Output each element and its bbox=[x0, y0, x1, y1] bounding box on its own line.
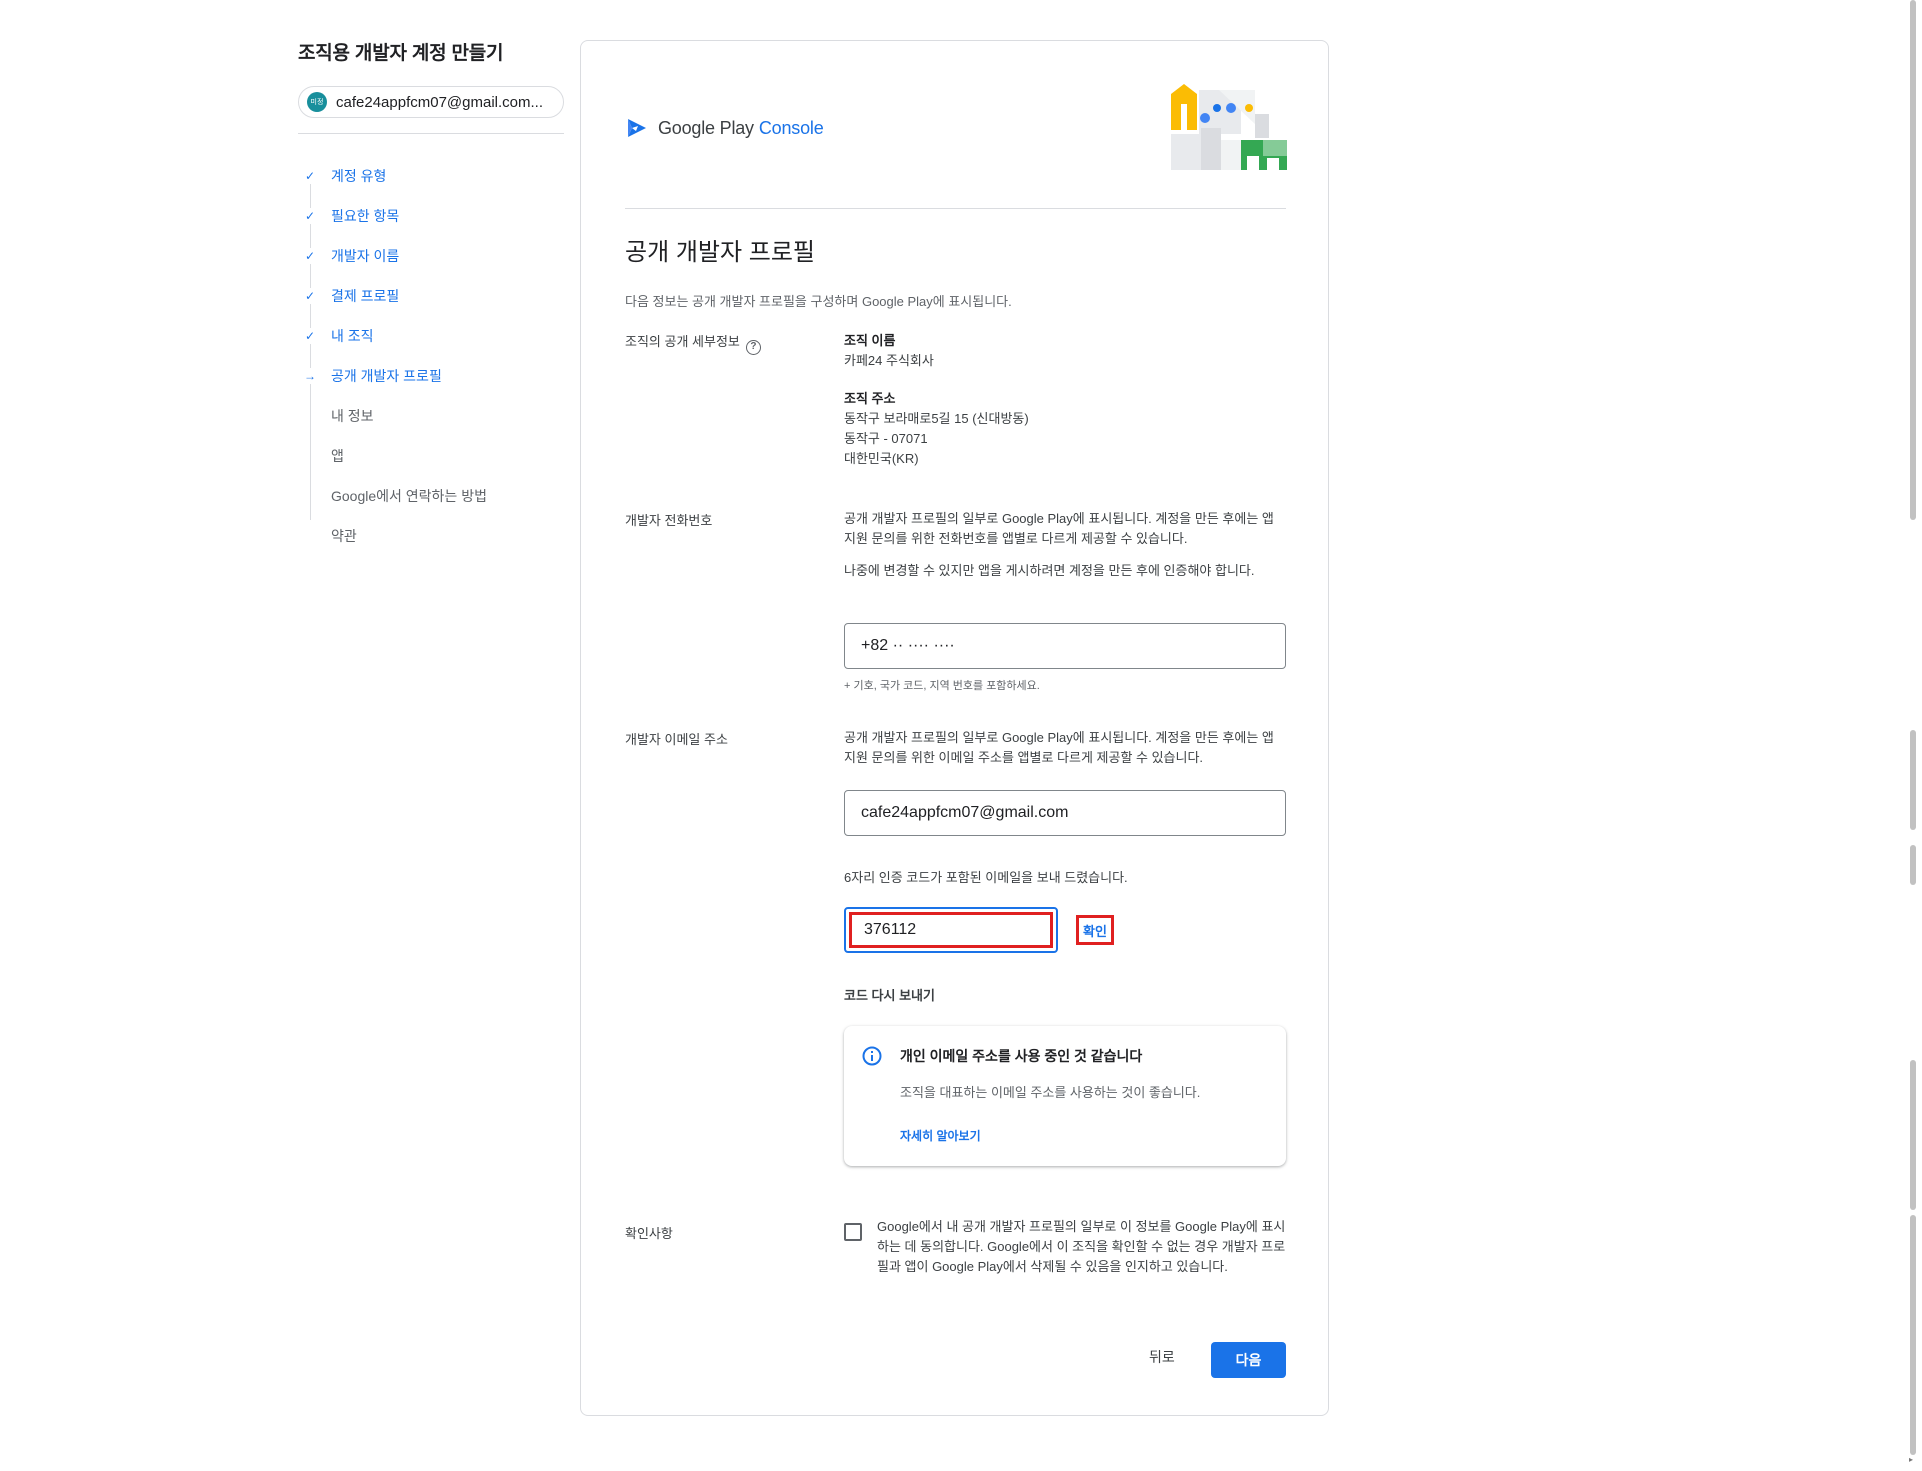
scrollbar-segment bbox=[1910, 730, 1916, 830]
page-scrollbar[interactable]: ▸ bbox=[1906, 0, 1922, 1471]
phone-description: 공개 개발자 프로필의 일부로 Google Play에 표시됩니다. 계정을 … bbox=[844, 509, 1286, 581]
account-chip[interactable]: 미정 cafe24appfcm07@gmail.com... bbox=[298, 86, 564, 118]
notice-body: 조직을 대표하는 이메일 주소를 사용하는 것이 좋습니다. bbox=[900, 1085, 1201, 1100]
check-icon: ✓ bbox=[298, 328, 322, 344]
step-label: 계정 유형 bbox=[331, 168, 387, 184]
phone-desc-2: 나중에 변경할 수 있지만 앱을 게시하려면 계정을 만든 후에 인증해야 합니… bbox=[844, 563, 1255, 578]
scrollbar-segment bbox=[1910, 1060, 1916, 1210]
header-divider bbox=[625, 208, 1286, 209]
step-developer-name[interactable]: ✓ 개발자 이름 bbox=[298, 236, 564, 276]
check-icon: ✓ bbox=[298, 208, 322, 224]
verification-code-input[interactable]: 376112 bbox=[844, 907, 1058, 953]
step-label: 필요한 항목 bbox=[331, 208, 400, 224]
phone-label: 개발자 전화번호 bbox=[625, 513, 713, 528]
step-label: 결제 프로필 bbox=[331, 288, 400, 304]
verify-button[interactable]: 확인 bbox=[1076, 915, 1114, 945]
step-label: 내 정보 bbox=[331, 408, 374, 424]
step-label: 약관 bbox=[331, 528, 357, 544]
rail-divider bbox=[298, 133, 564, 134]
step-apps: 앱 bbox=[298, 436, 564, 476]
phone-hint: + 기호, 국가 코드, 지역 번호를 포함하세요. bbox=[844, 680, 1040, 692]
step-label: Google에서 연락하는 방법 bbox=[331, 488, 487, 504]
personal-email-notice: 개인 이메일 주소를 사용 중인 것 같습니다 조직을 대표하는 이메일 주소를… bbox=[844, 1026, 1286, 1166]
org-address-heading: 조직 주소 bbox=[844, 391, 896, 406]
back-button[interactable]: 뒤로 bbox=[1149, 1347, 1175, 1367]
email-description: 공개 개발자 프로필의 일부로 Google Play에 표시됩니다. 계정을 … bbox=[844, 730, 1274, 765]
step-public-profile[interactable]: → 공개 개발자 프로필 bbox=[298, 356, 564, 396]
check-icon: ✓ bbox=[298, 288, 322, 304]
play-console-icon bbox=[628, 119, 646, 137]
check-icon: ✓ bbox=[298, 248, 322, 264]
org-address-line: 동작구 보라매로5길 15 (신대방동) bbox=[844, 411, 1029, 426]
phone-desc-1: 공개 개발자 프로필의 일부로 Google Play에 표시됩니다. 계정을 … bbox=[844, 511, 1274, 546]
page-title: 공개 개발자 프로필 bbox=[625, 239, 815, 266]
account-email: cafe24appfcm07@gmail.com... bbox=[336, 93, 543, 111]
org-name-heading: 조직 이름 bbox=[844, 333, 896, 348]
org-address-line: 동작구 - 07071 bbox=[844, 431, 928, 446]
org-name-value: 카페24 주식회사 bbox=[844, 353, 934, 368]
next-button[interactable]: 다음 bbox=[1211, 1342, 1286, 1378]
org-details-label: 조직의 공개 세부정보? bbox=[625, 331, 761, 355]
step-payments-profile[interactable]: ✓ 결제 프로필 bbox=[298, 276, 564, 316]
step-label: 앱 bbox=[331, 448, 344, 464]
left-rail: 조직용 개발자 계정 만들기 미정 cafe24appfcm07@gmail.c… bbox=[298, 38, 564, 556]
rail-title: 조직용 개발자 계정 만들기 bbox=[298, 43, 504, 64]
code-sent-message: 6자리 인증 코드가 포함된 이메일을 보내 드렸습니다. bbox=[844, 870, 1128, 885]
step-contact: Google에서 연락하는 방법 bbox=[298, 476, 564, 516]
learn-more-link[interactable]: 자세히 알아보기 bbox=[900, 1127, 981, 1144]
help-icon[interactable]: ? bbox=[745, 340, 761, 355]
step-label: 공개 개발자 프로필 bbox=[331, 368, 442, 384]
arrow-right-icon: → bbox=[298, 368, 322, 384]
check-icon: ✓ bbox=[298, 168, 322, 184]
consent-checkbox[interactable] bbox=[844, 1223, 862, 1241]
brand-name: Google Play Console bbox=[658, 117, 824, 138]
step-organization[interactable]: ✓ 내 조직 bbox=[298, 316, 564, 356]
step-about-you: 내 정보 bbox=[298, 396, 564, 436]
email-label: 개발자 이메일 주소 bbox=[625, 732, 728, 747]
step-label: 내 조직 bbox=[331, 328, 374, 344]
org-details: 조직 이름 카페24 주식회사 조직 주소 동작구 보라매로5길 15 (신대방… bbox=[844, 331, 1286, 469]
step-list: ✓ 계정 유형 ✓ 필요한 항목 ✓ 개발자 이름 ✓ 결제 프로필 ✓ 내 조… bbox=[298, 156, 564, 556]
step-terms: 약관 bbox=[298, 516, 564, 556]
step-label: 개발자 이름 bbox=[331, 248, 400, 264]
consent-label: 확인사항 bbox=[625, 1226, 673, 1241]
email-input[interactable]: cafe24appfcm07@gmail.com bbox=[844, 790, 1286, 836]
notice-title: 개인 이메일 주소를 사용 중인 것 같습니다 bbox=[900, 1048, 1143, 1064]
step-account-type[interactable]: ✓ 계정 유형 bbox=[298, 156, 564, 196]
consent-text: Google에서 내 공개 개발자 프로필의 일부로 이 정보를 Google … bbox=[877, 1219, 1286, 1274]
page-description: 다음 정보는 공개 개발자 프로필을 구성하며 Google Play에 표시됩… bbox=[625, 294, 1012, 309]
illustration-graphic bbox=[1171, 84, 1287, 170]
step-requirements[interactable]: ✓ 필요한 항목 bbox=[298, 196, 564, 236]
scroll-down-arrow-icon[interactable]: ▸ bbox=[1909, 1455, 1913, 1464]
phone-input[interactable]: +82 ·· ···· ···· bbox=[844, 623, 1286, 669]
profile-card: Google Play Console 공개 개발자 프로필 다음 정보는 공개 … bbox=[580, 40, 1329, 1416]
scrollbar-segment bbox=[1910, 0, 1916, 520]
scrollbar-segment bbox=[1910, 845, 1916, 885]
info-icon bbox=[862, 1046, 882, 1066]
org-address-line: 대한민국(KR) bbox=[844, 451, 919, 466]
google-play-console-logo: Google Play Console bbox=[625, 116, 824, 140]
scrollbar-thumb[interactable] bbox=[1910, 1215, 1916, 1455]
avatar: 미정 bbox=[307, 92, 327, 112]
verification-code-value: 376112 bbox=[849, 912, 1053, 948]
resend-code-link[interactable]: 코드 다시 보내기 bbox=[844, 985, 935, 1004]
